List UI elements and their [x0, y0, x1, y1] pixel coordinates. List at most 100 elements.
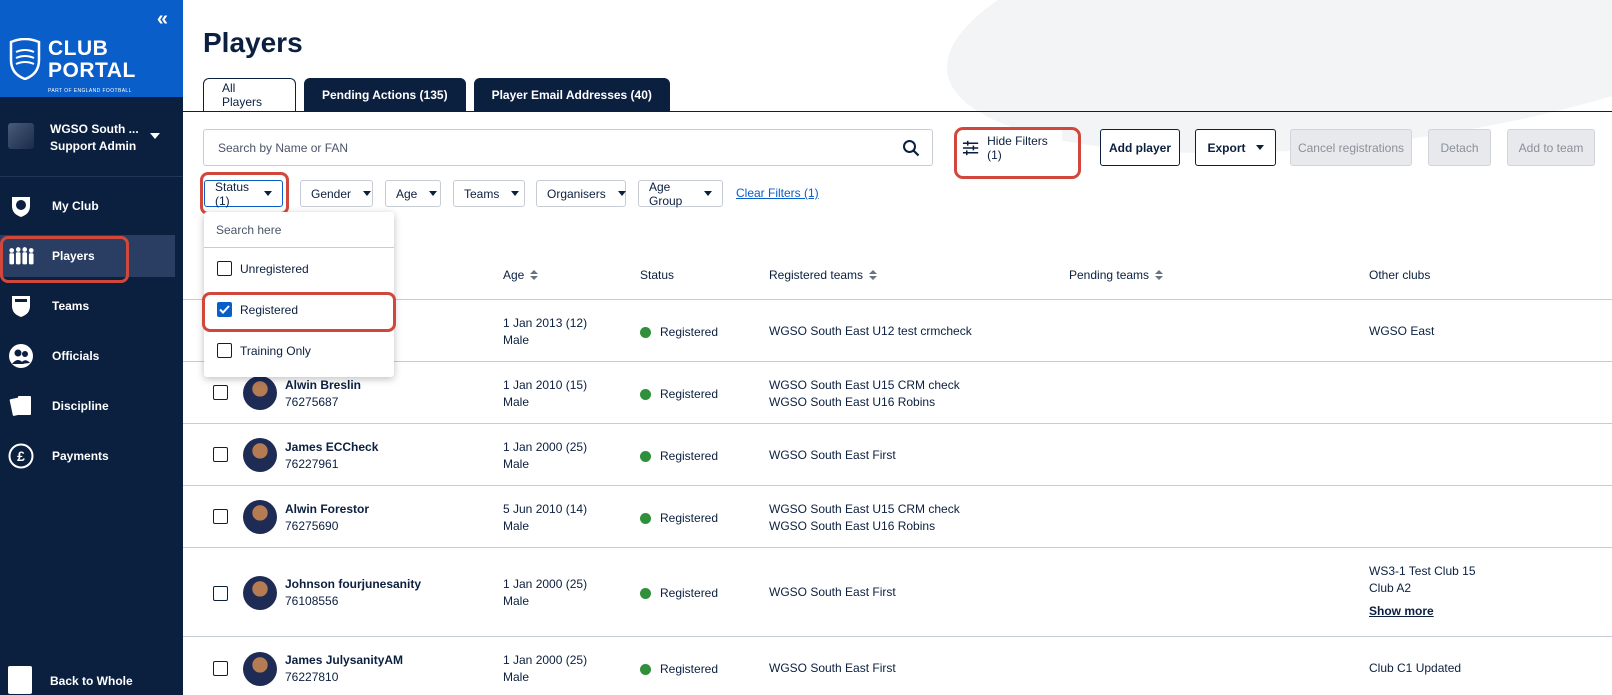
player-gender: Male — [503, 395, 530, 409]
club-avatar — [8, 123, 34, 149]
option-training-only[interactable]: Training Only — [204, 330, 394, 371]
sidebar-item-my-club[interactable]: My Club — [0, 185, 183, 227]
option-label: Training Only — [240, 343, 311, 358]
option-label: Unregistered — [240, 261, 309, 276]
table-row[interactable]: Johnson fourjunesanity 76108556 1 Jan 20… — [183, 548, 1612, 637]
account-switcher[interactable]: WGSO South ... Support Admin — [0, 97, 183, 177]
chevron-down-icon — [511, 191, 520, 196]
tab-all-players[interactable]: All Players — [203, 78, 296, 112]
club-name: Club C1 Updated — [1369, 661, 1462, 675]
back-to-whole-label: Back to Whole — [50, 674, 133, 688]
chevron-down-icon[interactable] — [150, 133, 160, 139]
export-button[interactable]: Export — [1195, 129, 1276, 166]
player-name[interactable]: Johnson fourjunesanity — [285, 577, 421, 591]
table-row[interactable]: James ECCheck 76227961 1 Jan 2000 (25) M… — [183, 424, 1612, 486]
column-header-other-clubs: Other clubs — [1369, 268, 1430, 282]
status-badge: Registered — [640, 449, 718, 463]
row-checkbox[interactable] — [213, 447, 228, 462]
row-checkbox[interactable] — [213, 661, 228, 676]
status-badge: Registered — [640, 511, 718, 525]
clear-filters-link[interactable]: Clear Filters (1) — [736, 186, 819, 200]
player-name[interactable]: James JulysanityAM — [285, 653, 403, 667]
table-row[interactable]: James JulysanityAM 76227810 1 Jan 2000 (… — [183, 637, 1612, 695]
brand-line-1: CLUB — [48, 37, 109, 60]
sidebar-nav: My Club Players Teams Officials Discipli… — [0, 185, 183, 485]
team-name: WGSO South East U12 test crmcheck — [769, 324, 972, 338]
status-label: Registered — [660, 387, 719, 401]
player-name[interactable]: Alwin Breslin — [285, 378, 361, 392]
account-role: Support Admin — [50, 139, 137, 153]
status-label: Registered — [660, 662, 719, 676]
sidebar-item-teams[interactable]: Teams — [0, 285, 183, 327]
cards-icon — [8, 393, 34, 419]
chevron-down-icon — [1255, 145, 1264, 150]
player-name[interactable]: Alwin Forestor — [285, 502, 369, 516]
team-shield-icon — [8, 293, 34, 319]
team-name: WGSO South East First — [769, 661, 896, 675]
row-checkbox[interactable] — [213, 509, 228, 524]
page-title: Players — [203, 27, 303, 58]
main-content: Players All Players Pending Actions (135… — [183, 0, 1612, 695]
show-more-link[interactable]: Show more — [1369, 604, 1434, 618]
search-input[interactable] — [204, 130, 844, 165]
column-header-label: Other clubs — [1369, 268, 1431, 282]
column-header-age[interactable]: Age — [503, 268, 539, 282]
filter-organisers[interactable]: Organisers — [536, 180, 626, 207]
cancel-registrations-button[interactable]: Cancel registrations — [1290, 129, 1412, 166]
chevron-down-icon — [617, 191, 626, 196]
search-box — [203, 129, 933, 166]
column-header-label: Registered teams — [769, 268, 864, 282]
status-filter-highlight-annotation — [200, 172, 289, 215]
sidebar-item-discipline[interactable]: Discipline — [0, 385, 183, 427]
status-dot — [640, 326, 651, 338]
column-header-registered-teams[interactable]: Registered teams — [769, 268, 878, 282]
avatar — [243, 438, 277, 472]
add-player-button[interactable]: Add player — [1100, 129, 1180, 166]
table-row[interactable]: Alwin Forestor 76275690 5 Jun 2010 (14) … — [183, 486, 1612, 548]
status-label: Registered — [660, 511, 719, 525]
player-dob: 1 Jan 2010 (15) — [503, 378, 588, 392]
filter-age-group[interactable]: Age Group — [638, 180, 723, 208]
status-label: Registered — [660, 586, 719, 600]
club-name: WS3-1 Test Club 15 — [1369, 564, 1476, 578]
tab-pending-actions[interactable]: Pending Actions (135) — [304, 78, 466, 112]
detach-button[interactable]: Detach — [1428, 129, 1491, 166]
table-row[interactable]: 1 Jan 2013 (12) Male Registered WGSO Sou… — [183, 300, 1612, 362]
filter-teams[interactable]: Teams — [453, 180, 525, 207]
brand-header: « CLUB PORTAL PART OF ENGLAND FOOTBALL — [0, 0, 183, 97]
search-icon[interactable] — [902, 139, 920, 157]
dropdown-search — [204, 212, 394, 248]
table-row[interactable]: Alwin Breslin 76275687 1 Jan 2010 (15) M… — [183, 362, 1612, 424]
registered-teams: WGSO South East U15 CRM check WGSO South … — [769, 377, 960, 411]
avatar — [243, 500, 277, 534]
sort-icon — [1155, 270, 1164, 280]
player-name[interactable]: James ECCheck — [285, 440, 378, 454]
avatar — [243, 652, 277, 686]
player-fan: 76227961 — [285, 457, 339, 471]
add-to-team-button[interactable]: Add to team — [1507, 129, 1595, 166]
filter-age[interactable]: Age — [385, 180, 441, 207]
chevron-down-icon — [429, 191, 438, 196]
registered-option-highlight-annotation — [202, 292, 396, 332]
sidebar-item-officials[interactable]: Officials — [0, 335, 183, 377]
sidebar-item-label: Payments — [52, 449, 109, 463]
checkbox[interactable] — [217, 343, 232, 358]
option-unregistered[interactable]: Unregistered — [204, 248, 394, 289]
sidebar-item-payments[interactable]: £ Payments — [0, 435, 183, 477]
status-dot — [640, 663, 651, 675]
row-checkbox[interactable] — [213, 586, 228, 601]
checkbox[interactable] — [217, 261, 232, 276]
player-dob: 1 Jan 2000 (25) — [503, 440, 588, 454]
dropdown-search-input[interactable] — [216, 222, 376, 237]
sidebar: « CLUB PORTAL PART OF ENGLAND FOOTBALL W… — [0, 0, 183, 695]
club-portal-logo-icon — [9, 38, 41, 80]
export-label: Export — [1207, 140, 1246, 155]
back-to-whole-link[interactable]: Back to Whole — [0, 660, 183, 695]
tab-player-email-addresses[interactable]: Player Email Addresses (40) — [473, 78, 670, 112]
collapse-sidebar-button[interactable]: « — [157, 8, 168, 31]
status-dot — [640, 388, 651, 400]
row-checkbox[interactable] — [213, 385, 228, 400]
column-header-pending-teams[interactable]: Pending teams — [1069, 268, 1164, 282]
filter-gender[interactable]: Gender — [300, 180, 373, 207]
column-header-status: Status — [640, 268, 674, 282]
